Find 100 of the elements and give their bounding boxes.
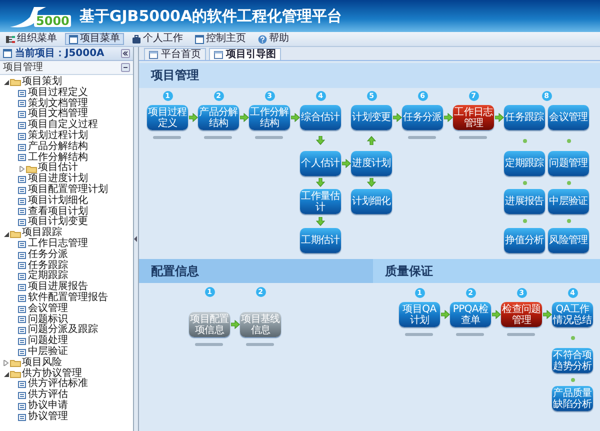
tree-item[interactable]: 项目计划细化	[28, 196, 88, 207]
help-icon[interactable]	[258, 34, 267, 44]
flow-step[interactable]: 计划细化	[351, 189, 392, 214]
window-icon[interactable]	[69, 34, 78, 44]
tree-item[interactable]: 项目策划	[22, 77, 62, 88]
flow-step[interactable]: 个人估计	[300, 151, 341, 176]
briefcase-icon[interactable]	[132, 34, 141, 44]
list-icon	[18, 240, 26, 248]
tree-item[interactable]: 供方协议管理	[22, 368, 82, 380]
connector-dot	[522, 138, 526, 142]
tree-item[interactable]: 工作日志管理	[28, 238, 88, 250]
list-icon	[18, 348, 26, 356]
menu-button[interactable]: 项目菜单	[65, 33, 124, 45]
node-shadow	[507, 333, 535, 336]
flow-step[interactable]: 检查问题管理	[501, 302, 542, 327]
flow-step[interactable]: 工期估计	[300, 228, 341, 253]
flow-arrow	[316, 136, 325, 145]
flow-arrow	[316, 216, 325, 226]
minimize-icon[interactable]	[121, 63, 130, 72]
tab[interactable]: 项目引导图	[209, 48, 281, 60]
list-icon	[18, 381, 26, 388]
folder-icon	[10, 78, 21, 86]
flow-step[interactable]: 不符合项趋势分析	[552, 348, 593, 373]
tree-item[interactable]: 任务分派	[28, 250, 68, 261]
list-icon	[18, 198, 26, 205]
flow-step[interactable]: 工作量估计	[300, 189, 341, 214]
list-icon	[18, 327, 26, 334]
tree-item[interactable]: 供方评估	[28, 390, 68, 401]
flow-step[interactable]: 项目过程定义	[147, 105, 188, 130]
tree-item[interactable]: 问题处理	[28, 336, 68, 347]
menu-button[interactable]: 帮助	[254, 33, 293, 45]
window-icon[interactable]	[195, 34, 204, 44]
list-icon	[18, 219, 26, 226]
list-icon	[18, 402, 26, 410]
expanded-triangle-icon[interactable]	[3, 79, 9, 86]
tree-item[interactable]: 软件配置管理报告	[28, 292, 108, 304]
tree-item[interactable]: 项目配置管理计划	[28, 184, 108, 196]
flow-step[interactable]: 工作日志管理	[453, 105, 494, 130]
tree-item[interactable]: 项目自定义过程	[28, 120, 98, 131]
flow-step[interactable]: 进展报告	[504, 189, 545, 214]
flow-step[interactable]: 进度计划	[351, 151, 392, 176]
connector-dot	[522, 180, 526, 184]
node-shadow	[255, 136, 283, 139]
flow-arrow	[494, 113, 504, 122]
tree-item[interactable]: 中层验证	[28, 346, 68, 358]
tree-item[interactable]: 策划过程计划	[28, 130, 88, 142]
tree-item[interactable]: 项目风险	[22, 358, 62, 369]
flow-step[interactable]: 计划变更	[351, 105, 392, 130]
tree-item[interactable]: 协议申请	[28, 400, 68, 412]
menu-button[interactable]: 控制主页	[191, 33, 250, 45]
tree-item[interactable]: 协议管理	[28, 412, 68, 422]
flow-step[interactable]: 工作分解结构	[249, 105, 290, 130]
tab[interactable]: 平台首页	[144, 48, 206, 60]
connector-dot	[566, 219, 570, 223]
section-title: 项目管理	[3, 62, 44, 74]
connector-dot	[570, 336, 574, 340]
list-icon	[18, 176, 26, 184]
tree-item[interactable]: 项目进度计划	[28, 174, 88, 185]
flow-step[interactable]: 挣值分析	[504, 228, 545, 253]
list-icon	[18, 144, 26, 151]
menu-button[interactable]: 组织菜单	[2, 33, 61, 45]
project-title: 当前项目：J5000A	[15, 48, 106, 60]
tree-item[interactable]: 供方评估标准	[28, 379, 88, 390]
flow-step[interactable]: 产品分解结构	[198, 105, 239, 130]
app-title: 基于GJB5000A的软件工程化管理平台	[79, 6, 342, 26]
flow-step[interactable]: PPQA检查单	[450, 302, 491, 327]
tree-item[interactable]: 项目跟踪	[22, 228, 62, 239]
tree-item[interactable]: 项目过程定义	[28, 88, 88, 99]
flow-step[interactable]: 会议管理	[548, 105, 589, 130]
flow-step[interactable]: 任务跟踪	[504, 105, 545, 130]
flow-step[interactable]: QA工作情况总结	[552, 302, 593, 327]
tree-item[interactable]: 项目进展报告	[28, 282, 88, 293]
list-icon	[18, 392, 26, 399]
collapsed-triangle-icon[interactable]	[19, 166, 25, 172]
section-title: 配置信息	[151, 262, 199, 280]
flow-step[interactable]: 项目QA计划	[399, 302, 440, 327]
list-icon	[18, 132, 26, 140]
flow-step[interactable]: 产品质量缺陷分析	[552, 386, 593, 411]
window-icon	[3, 49, 12, 58]
list-icon	[18, 284, 26, 292]
tree-item[interactable]: 会议管理	[28, 304, 68, 315]
folder-icon	[26, 164, 37, 173]
collapsed-triangle-icon[interactable]	[3, 360, 9, 366]
collapse-icon[interactable]	[121, 49, 130, 58]
flow-step[interactable]: 中层验证	[548, 189, 589, 214]
node-shadow	[405, 333, 433, 336]
list-icon	[18, 273, 26, 280]
list-icon	[18, 111, 26, 118]
menu-button[interactable]: 个人工作	[128, 33, 187, 45]
expanded-triangle-icon[interactable]	[3, 370, 9, 377]
flow-step[interactable]: 定期跟踪	[504, 151, 545, 176]
tree-item[interactable]: 产品分解结构	[28, 142, 88, 153]
flow-step[interactable]: 风险管理	[548, 228, 589, 253]
flow-step[interactable]: 问题管理	[548, 151, 589, 176]
expanded-triangle-icon[interactable]	[3, 230, 9, 237]
flow-step[interactable]: 任务分派	[402, 105, 443, 130]
window-icon	[214, 50, 223, 58]
flow-step[interactable]: 综合估计	[300, 105, 341, 130]
flow-arrow	[392, 113, 402, 122]
tree-icon[interactable]	[6, 34, 15, 44]
